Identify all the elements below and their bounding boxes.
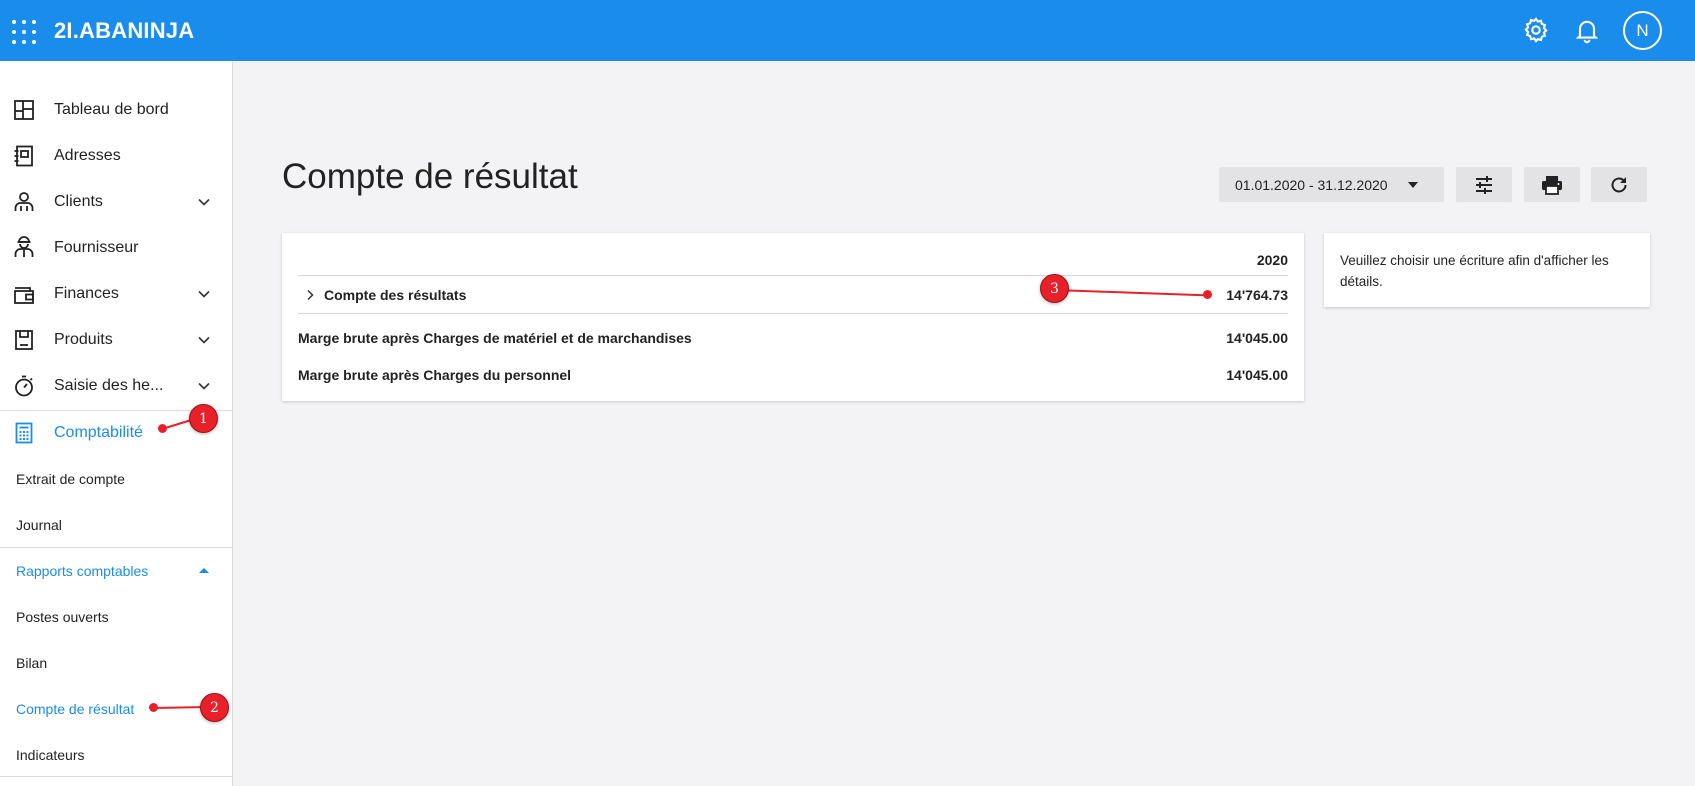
sidebar-item-clients[interactable]: Clients xyxy=(0,179,232,225)
annotation-dot xyxy=(158,424,167,433)
sidebar-item-fournisseur[interactable]: Fournisseur xyxy=(0,225,232,271)
caret-down-icon xyxy=(1408,182,1418,188)
sidebar-subitem-bilan[interactable]: Bilan xyxy=(0,640,232,686)
sidebar-subitem-rapports-comptables[interactable]: Rapports comptables xyxy=(0,548,232,594)
sidebar-item-label: Finances xyxy=(54,285,119,302)
wallet-icon xyxy=(14,287,34,304)
bell-icon[interactable] xyxy=(1573,16,1601,44)
refresh-button[interactable] xyxy=(1591,167,1647,202)
row-value: 14'764.73 xyxy=(1226,287,1288,303)
supplier-icon xyxy=(14,236,34,257)
row-value: 14'045.00 xyxy=(1226,367,1288,383)
printer-icon xyxy=(1542,175,1562,195)
sidebar-item-label: Produits xyxy=(54,331,113,348)
row-label: Marge brute après Charges de matériel et… xyxy=(298,330,692,346)
dashboard-icon xyxy=(14,100,34,120)
row-label: Marge brute après Charges du personnel xyxy=(298,367,572,383)
divider xyxy=(0,776,232,777)
sidebar-item-label: Saisie des he... xyxy=(54,377,164,394)
sidebar-subitem-label: Bilan xyxy=(16,655,48,671)
sidebar-subitem-label: Postes ouverts xyxy=(16,609,109,625)
clients-icon xyxy=(14,192,34,211)
sidebar-subitem-label: Extrait de compte xyxy=(16,471,125,487)
date-range-value: 01.01.2020 - 31.12.2020 xyxy=(1235,176,1388,193)
detail-hint-text: Veuillez choisir une écriture afin d'aff… xyxy=(1340,253,1609,289)
address-book-icon xyxy=(14,145,33,167)
user-avatar[interactable]: N xyxy=(1623,11,1662,50)
divider xyxy=(298,275,1288,276)
sidebar-subitem-label: Compte de résultat xyxy=(16,701,135,717)
refresh-icon xyxy=(1611,176,1627,192)
sidebar-subitem-compte-de-resultat[interactable]: Compte de résultat xyxy=(0,686,232,732)
gear-icon[interactable] xyxy=(1522,16,1550,44)
sidebar-item-saisie-des-heures[interactable]: Saisie des he... xyxy=(0,363,232,409)
annotation-dot xyxy=(1203,290,1212,299)
sidebar-item-label: Tableau de bord xyxy=(54,101,169,118)
sidebar-item-label: Fournisseur xyxy=(54,239,139,256)
date-range-select[interactable]: 01.01.2020 - 31.12.2020 xyxy=(1219,167,1444,202)
chevron-right-icon[interactable] xyxy=(304,289,316,301)
app-grid-icon[interactable] xyxy=(12,20,36,44)
sidebar-subitem-indicateurs[interactable]: Indicateurs xyxy=(0,732,232,778)
annotation-badge: 1 xyxy=(189,404,218,433)
sidebar-item-label: Adresses xyxy=(54,147,121,164)
sidebar-item-produits[interactable]: Produits xyxy=(0,317,232,363)
sidebar-subitem-journal[interactable]: Journal xyxy=(0,502,232,548)
sidebar-item-tableau-de-bord[interactable]: Tableau de bord xyxy=(0,87,232,133)
sidebar-subitem-label: Rapports comptables xyxy=(16,563,149,579)
sidebar-subitem-postes-ouverts[interactable]: Postes ouverts xyxy=(0,594,232,640)
table-row[interactable]: Marge brute après Charges de matériel et… xyxy=(298,321,1288,355)
sidebar-subitem-extrait-de-compte[interactable]: Extrait de compte xyxy=(0,456,232,502)
annotation-dot xyxy=(149,703,158,712)
product-icon xyxy=(15,330,33,350)
calculator-icon xyxy=(15,422,33,444)
top-bar: 2I.ABANINJA N xyxy=(0,0,1695,61)
sidebar-item-label: Clients xyxy=(54,193,103,210)
annotation-badge: 2 xyxy=(200,693,229,722)
sidebar-item-finances[interactable]: Finances xyxy=(0,271,232,317)
chevron-down-icon xyxy=(198,290,210,298)
sidebar-item-adresses[interactable]: Adresses xyxy=(0,133,232,179)
year-header: 2020 xyxy=(1256,252,1288,268)
page-title: Compte de résultat xyxy=(282,157,578,196)
print-button[interactable] xyxy=(1524,167,1580,202)
stopwatch-icon xyxy=(15,375,33,397)
detail-panel: Veuillez choisir une écriture afin d'aff… xyxy=(1324,233,1650,307)
divider xyxy=(298,313,1288,314)
chevron-down-icon xyxy=(198,336,210,344)
caret-up-icon xyxy=(199,568,209,573)
annotation-badge: 3 xyxy=(1040,274,1069,303)
chevron-down-icon xyxy=(198,198,210,206)
chevron-down-icon xyxy=(198,382,210,390)
table-row-expandable[interactable]: Compte des résultats 14'764.73 xyxy=(298,278,1288,312)
sidebar-subitem-label: Indicateurs xyxy=(16,747,85,763)
sidebar-subitem-label: Journal xyxy=(16,517,62,533)
income-statement-table: 2020 Compte des résultats 14'764.73 Marg… xyxy=(282,233,1304,401)
row-label: Compte des résultats xyxy=(324,287,467,303)
table-row[interactable]: Marge brute après Charges du personnel 1… xyxy=(298,358,1288,392)
sliders-icon xyxy=(1476,175,1492,194)
sidebar-item-label: Comptabilité xyxy=(54,424,143,441)
row-value: 14'045.00 xyxy=(1226,330,1288,346)
app-logo[interactable]: 2I.ABANINJA xyxy=(54,18,194,44)
filter-settings-button[interactable] xyxy=(1456,167,1512,202)
